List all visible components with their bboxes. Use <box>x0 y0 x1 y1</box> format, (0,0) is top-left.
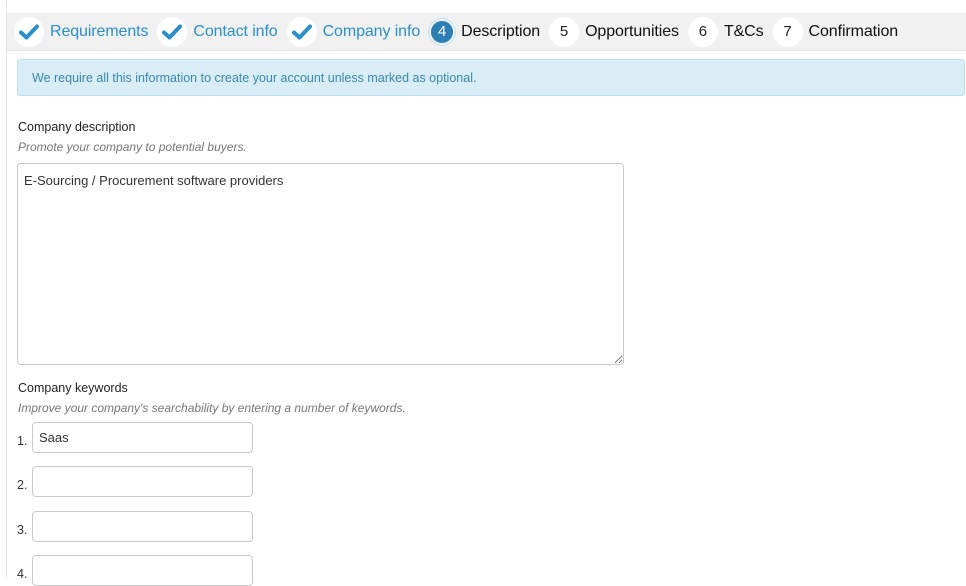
keyword-row: 2. <box>17 466 253 497</box>
left-border <box>6 0 7 577</box>
check-icon <box>14 16 44 47</box>
info-alert: We require all this information to creat… <box>17 59 965 96</box>
keyword-input-3[interactable] <box>32 511 253 542</box>
step-label: Requirements <box>50 22 149 40</box>
step-number-badge: 4 <box>429 18 456 45</box>
step-label: Confirmation <box>808 22 899 40</box>
step-label: Description <box>461 22 541 40</box>
step-opportunities[interactable]: 5 Opportunities <box>549 16 679 47</box>
info-alert-text: We require all this information to creat… <box>32 70 477 85</box>
step-label: Opportunities <box>585 22 679 40</box>
registration-stepper: Requirements Contact info Company info 4… <box>7 13 966 51</box>
keyword-number: 4. <box>17 566 28 581</box>
step-requirements[interactable]: Requirements <box>14 16 149 47</box>
keyword-number: 2. <box>17 477 28 492</box>
step-contact-info[interactable]: Contact info <box>157 16 278 47</box>
step-number-badge: 6 <box>687 16 718 47</box>
keyword-number: 3. <box>17 522 28 537</box>
keyword-input-4[interactable] <box>32 555 253 586</box>
check-icon <box>157 16 188 47</box>
step-number-badge: 5 <box>549 16 580 47</box>
step-label: Contact info <box>193 22 278 40</box>
keyword-input-1[interactable] <box>32 422 253 453</box>
step-tcs[interactable]: 6 T&Cs <box>687 16 764 47</box>
step-company-info[interactable]: Company info <box>286 16 421 47</box>
step-number-badge: 7 <box>772 16 803 47</box>
keyword-input-2[interactable] <box>32 466 253 497</box>
step-label: T&Cs <box>723 22 764 40</box>
keyword-row: 4. <box>17 555 253 586</box>
keyword-row: 3. <box>17 511 253 542</box>
company-description-textarea[interactable]: E-Sourcing / Procurement software provid… <box>17 163 624 365</box>
company-keywords-help: Improve your company's searchability by … <box>18 401 406 415</box>
company-description-label: Company description <box>18 120 136 134</box>
company-description-help: Promote your company to potential buyers… <box>18 140 247 154</box>
keyword-number: 1. <box>17 433 28 448</box>
step-description[interactable]: 4 Description <box>429 18 541 45</box>
keyword-row: 1. <box>17 422 253 453</box>
company-keywords-label: Company keywords <box>18 381 128 395</box>
step-confirmation[interactable]: 7 Confirmation <box>772 16 899 47</box>
check-icon <box>286 16 317 47</box>
step-label: Company info <box>322 22 421 40</box>
